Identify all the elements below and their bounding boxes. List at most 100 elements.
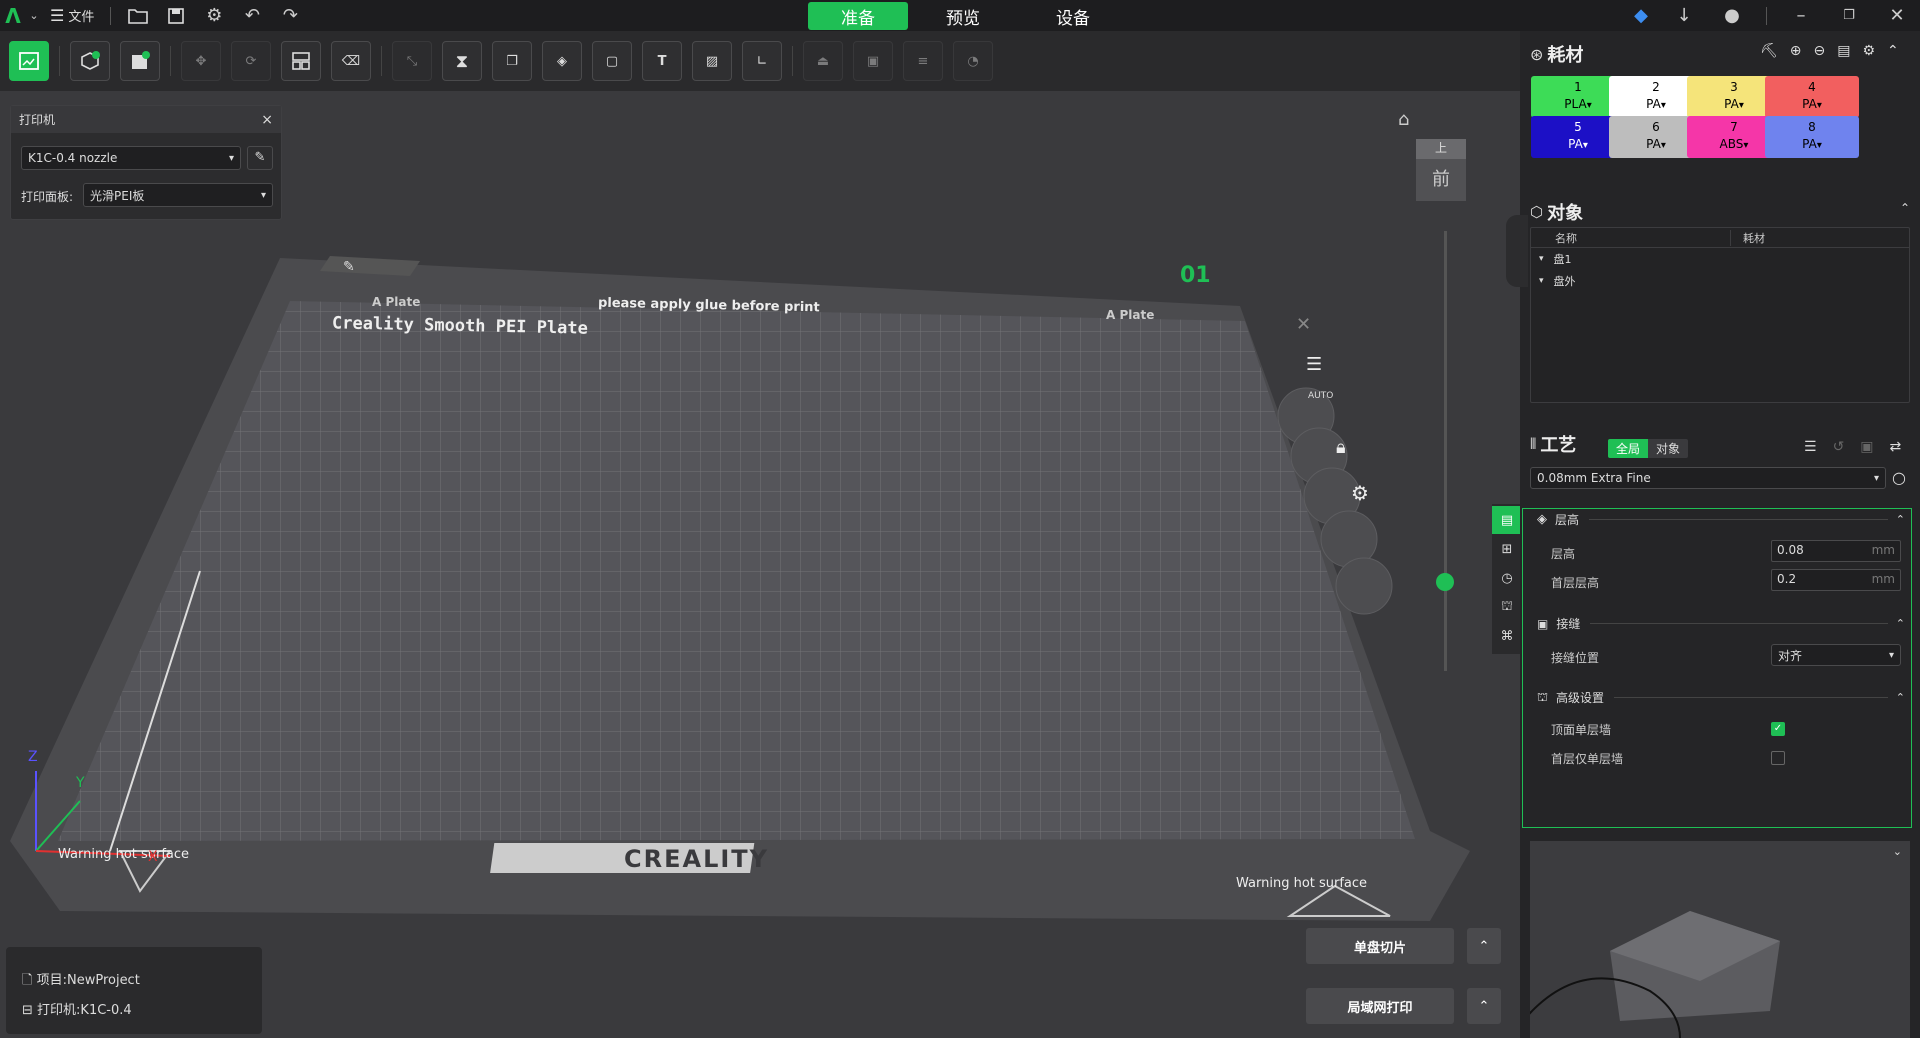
col-filament-header: 耗材 [1743,231,1765,245]
3d-viewport[interactable]: Creality Smooth PEI Plate please apply g… [0,91,1520,1038]
tab-object[interactable]: 对象 [1648,439,1689,458]
split-layers-button[interactable]: ◈ [542,41,582,81]
scale-button[interactable]: ⤡ [392,41,432,81]
layer-height-value: 0.08 [1777,543,1804,557]
tab-preview[interactable]: 预览 [908,2,1018,30]
layout-icon [292,52,310,70]
lan-print-button[interactable]: 局域网打印 [1306,988,1454,1024]
warning-left-label: Warning hot surface [58,847,190,862]
first-layer-height-input[interactable]: 0.2 mm [1771,569,1901,591]
tab-device[interactable]: 设备 [1018,2,1128,30]
add-object-button[interactable] [70,41,110,81]
minimize-icon[interactable]: – [1777,0,1825,31]
process-scope-toggle[interactable]: 全局 对象 [1608,439,1689,458]
chevron-down-icon[interactable]: ⌄ [26,0,42,31]
slice-plate-button[interactable]: 单盘切片 [1306,928,1454,964]
edit-printer-button[interactable]: ✎ [247,146,273,170]
orient-button[interactable]: ⟳ [231,41,271,81]
open-folder-icon[interactable] [119,0,157,31]
list-icon[interactable]: ☰ [1804,439,1817,455]
expand-objects-tab[interactable] [1506,215,1528,287]
build-plate[interactable] [0,91,1520,1038]
remove-icon[interactable]: ⊖ [1814,43,1826,59]
app-logo-icon[interactable]: Λ [0,0,26,31]
others-tab-icon[interactable]: ⌘ [1492,622,1522,650]
edit-icon[interactable]: ▤ [1837,43,1850,59]
search-icon[interactable]: ○ [1892,468,1906,487]
cut-button[interactable]: ▨ [692,41,732,81]
object-row[interactable]: ▾ 盘外 [1531,270,1909,292]
tab-global[interactable]: 全局 [1608,439,1649,458]
seam-group-header[interactable]: ▣ 接缝 ⌃ [1537,615,1905,632]
view-cube-front[interactable]: 前 [1416,159,1466,201]
stripes-icon: ≡ [917,53,929,69]
add-icon[interactable]: ⊕ [1790,43,1802,59]
maximize-icon[interactable]: ❐ [1825,0,1873,31]
measure-button[interactable]: ∟ [742,41,782,81]
layer-slider-handle[interactable] [1436,573,1454,591]
print-expand-button[interactable]: ⌃ [1467,988,1501,1024]
filament-slot-4[interactable]: 4 PA▾ [1765,76,1859,118]
plate-close-icon[interactable]: ✕ [1296,314,1311,335]
sync-icon[interactable]: ⛏ [1760,43,1778,59]
save-icon[interactable]: ▣ [1860,439,1873,455]
file-menu[interactable]: ☰ 文件 [42,0,102,31]
advanced-group-header[interactable]: ⛫ 高级设置 ⌃ [1537,689,1905,706]
cube-logo-icon[interactable]: ◆ [1622,0,1660,31]
undo-icon[interactable]: ↶ [233,0,271,31]
erase-button[interactable]: ⌫ [331,41,371,81]
chevron-down-icon: ▾ [260,189,266,201]
first-single-wall-label: 首层仅单层墙 [1551,752,1624,766]
layer-settings-tab-icon[interactable]: ▤ [1492,506,1522,534]
plate-view-button[interactable] [9,41,49,81]
settings-icon[interactable]: ⚙ [1862,43,1875,59]
printer-select[interactable]: K1C-0.4 nozzle ▾ [21,146,241,170]
layer-slider-track[interactable] [1444,231,1447,671]
compare-icon[interactable]: ⇄ [1890,439,1902,455]
tab-prepare[interactable]: 准备 [808,2,908,30]
add-plate-button[interactable] [120,41,160,81]
top-single-wall-checkbox[interactable]: ✓ [1771,722,1785,736]
auto-arrange-button[interactable] [281,41,321,81]
close-icon[interactable]: ✕ [1873,0,1920,31]
lock-icon[interactable]: 🔒︎ [1336,437,1346,458]
redo-icon[interactable]: ↷ [271,0,309,31]
process-preset-select[interactable]: 0.08mm Extra Fine ▾ [1530,467,1886,489]
speed-tab-icon[interactable]: ◷ [1492,564,1522,592]
slice-expand-button[interactable]: ⌃ [1467,928,1501,964]
view-cube-top[interactable]: 上 [1416,139,1466,159]
support-paint-button[interactable]: ⏏ [803,41,843,81]
download-icon[interactable]: ↓ [1660,0,1708,31]
reset-icon[interactable]: ↺ [1833,439,1845,455]
copy-button[interactable]: ❐ [492,41,532,81]
strength-tab-icon[interactable]: ⊞ [1492,535,1522,563]
layer-height-input[interactable]: 0.08 mm [1771,540,1901,562]
text-button[interactable]: T [642,41,682,81]
collapse-icon[interactable]: ⌃ [1900,201,1910,215]
object-row[interactable]: ▾ 盘1 [1531,248,1909,270]
close-icon[interactable]: × [261,112,273,128]
color-paint-button[interactable]: ◔ [953,41,993,81]
seam-paint-button[interactable]: ▣ [853,41,893,81]
mirror-button[interactable]: ⧗ [442,41,482,81]
layers-icon: ◈ [557,53,567,69]
plate-list-icon[interactable]: ☰ [1306,354,1322,375]
arrange-button[interactable]: ✥ [181,41,221,81]
filament-slot-8[interactable]: 8 PA▾ [1765,116,1859,158]
support-tab-icon[interactable]: ⛫ [1492,593,1522,621]
user-avatar-icon[interactable]: ● [1708,0,1756,31]
seam-icon: ▣ [866,53,880,69]
plate-settings-icon[interactable]: ⚙ [1351,481,1369,505]
layer-group-header[interactable]: ◈ 层高 ⌃ [1537,511,1905,528]
variable-layer-button[interactable]: ≡ [903,41,943,81]
first-single-wall-checkbox[interactable] [1771,751,1785,765]
axis-x-icon: X [148,849,158,865]
plate-type-select[interactable]: 光滑PEI板 ▾ [83,183,273,207]
hollow-button[interactable]: ▢ [592,41,632,81]
edit-plate-icon[interactable]: ✎ [343,259,355,275]
save-icon[interactable] [157,0,195,31]
home-view-icon[interactable]: ⌂ [1398,109,1409,130]
settings-gear-icon[interactable]: ⚙ [195,0,233,31]
seam-position-select[interactable]: 对齐 ▾ [1771,644,1901,666]
collapse-icon[interactable]: ⌃ [1887,43,1899,59]
